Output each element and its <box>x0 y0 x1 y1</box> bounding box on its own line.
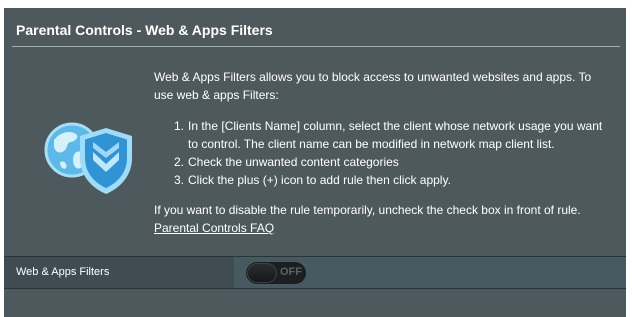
step-number: 2. <box>174 155 185 169</box>
step-text: Check the unwanted content categories <box>188 155 399 169</box>
toggle-state-label: OFF <box>280 266 302 278</box>
list-item: 3. Click the plus (+) icon to add rule t… <box>174 171 612 189</box>
header-divider <box>12 46 620 47</box>
step-text: In the [Clients Name] column, select the… <box>188 119 603 151</box>
list-item: 2. Check the unwanted content categories <box>174 153 612 171</box>
page-title: Parental Controls - Web & Apps Filters <box>16 22 273 38</box>
step-number: 3. <box>174 173 185 187</box>
page-frame: Parental Controls - Web & Apps Filters W… <box>0 0 632 317</box>
globe-shield-icon <box>40 118 140 198</box>
step-number: 1. <box>174 119 185 133</box>
description-block: Web & Apps Filters allows you to block a… <box>154 68 612 237</box>
steps-list: 1. In the [Clients Name] column, select … <box>154 117 612 189</box>
filter-setting-row: Web & Apps Filters OFF <box>4 256 626 289</box>
disable-note: If you want to disable the rule temporar… <box>154 203 581 217</box>
list-item: 1. In the [Clients Name] column, select … <box>174 117 612 153</box>
step-text: Click the plus (+) icon to add rule then… <box>188 173 451 187</box>
intro-text: Web & Apps Filters allows you to block a… <box>154 70 592 102</box>
parental-controls-panel: Parental Controls - Web & Apps Filters W… <box>4 8 626 317</box>
faq-link[interactable]: Parental Controls FAQ <box>154 219 274 237</box>
web-apps-filters-toggle[interactable]: OFF <box>246 262 306 284</box>
filter-setting-label: Web & Apps Filters <box>16 266 110 278</box>
filter-setting-label-cell: Web & Apps Filters <box>4 257 234 288</box>
toggle-knob <box>247 263 277 283</box>
panel-header: Parental Controls - Web & Apps Filters <box>4 8 626 44</box>
